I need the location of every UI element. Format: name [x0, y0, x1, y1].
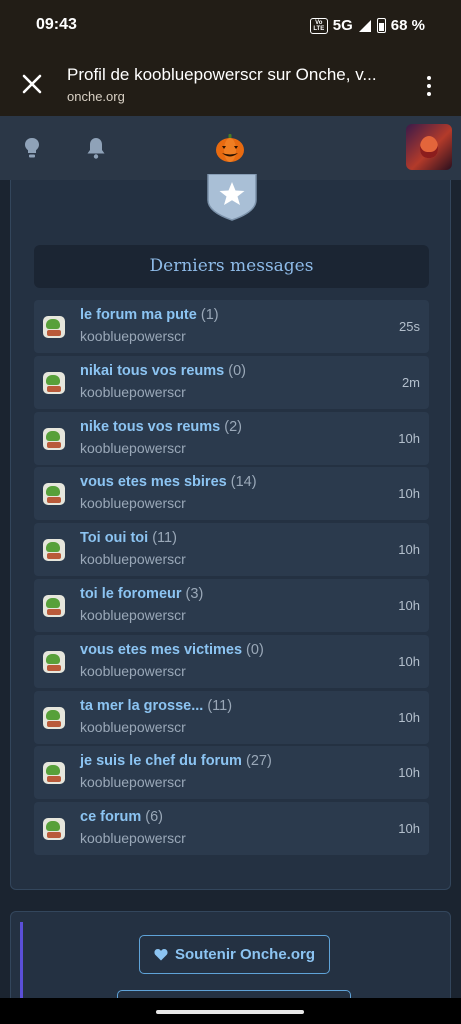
message-count: (6)	[145, 809, 164, 826]
message-time: 10h	[398, 653, 420, 669]
message-author: koobluepowerscr	[80, 662, 186, 679]
heart-icon	[154, 949, 168, 961]
message-title[interactable]: je suis le chef du forum	[80, 753, 242, 769]
message-title[interactable]: ta mer la grosse...	[80, 698, 203, 714]
status-bar: 09:43 Vo LTE 5G 68 %	[0, 0, 461, 52]
message-time: 10h	[398, 765, 420, 781]
message-row[interactable]: Toi oui toi (11) koobluepowerscr 10h	[34, 523, 429, 577]
network-label: 5G	[332, 17, 353, 34]
user-avatar-icon	[43, 594, 65, 617]
message-title-line: ce forum (6)	[80, 809, 163, 825]
user-avatar-icon	[43, 706, 65, 729]
signal-icon	[358, 19, 371, 32]
message-time: 10h	[398, 542, 420, 558]
profile-card: Derniers messages le forum ma pute (1) ko…	[10, 174, 451, 890]
message-row[interactable]: nikai tous vos reums (0) koobluepowerscr 2…	[34, 355, 429, 409]
message-row[interactable]: vous etes mes sbires (14) koobluepowerscr…	[34, 467, 429, 521]
message-title[interactable]: vous etes mes sbires	[80, 474, 227, 490]
lightbulb-icon[interactable]	[20, 136, 44, 160]
user-avatar-icon	[43, 371, 65, 394]
message-title[interactable]: Toi oui toi	[80, 530, 148, 546]
support-button[interactable]: Soutenir Onche.org	[139, 935, 330, 974]
message-count: (2)	[224, 418, 242, 435]
user-avatar-icon	[43, 427, 65, 450]
message-row[interactable]: nike tous vos reums (2) koobluepowerscr 10…	[34, 411, 429, 465]
message-time: 10h	[398, 821, 420, 837]
user-avatar-icon	[43, 818, 65, 841]
message-count: (27)	[245, 753, 272, 770]
message-title[interactable]: ce forum	[80, 809, 141, 825]
message-author: koobluepowerscr	[80, 328, 186, 344]
message-author: koobluepowerscr	[80, 830, 186, 847]
message-author: koobluepowerscr	[80, 551, 186, 568]
message-count: (11)	[207, 697, 233, 714]
message-title[interactable]: le forum ma pute	[80, 307, 197, 323]
user-avatar-icon	[43, 650, 65, 673]
message-time: 10h	[398, 597, 420, 613]
pumpkin-logo[interactable]	[214, 132, 246, 164]
message-time: 10h	[398, 430, 420, 446]
message-row[interactable]: le forum ma pute (1) koobluepowerscr 25s	[34, 300, 429, 353]
message-title-line: vous etes mes sbires (14)	[80, 474, 257, 490]
message-title-line: nikai tous vos reums (0)	[80, 363, 246, 379]
avatar[interactable]	[406, 124, 452, 170]
message-title[interactable]: nikai tous vos reums	[80, 363, 224, 379]
star-badge-icon	[207, 174, 257, 221]
message-row[interactable]: toi le foromeur (3) koobluepowerscr 10h	[34, 578, 429, 632]
message-count: (0)	[246, 641, 264, 658]
message-author: koobluepowerscr	[80, 718, 186, 735]
message-author: koobluepowerscr	[80, 439, 186, 456]
status-indicators: Vo LTE 5G 68 %	[309, 17, 425, 34]
message-title-line: vous etes mes victimes (0)	[80, 642, 264, 658]
message-time: 25s	[399, 319, 420, 334]
message-title-line: je suis le chef du forum (27)	[80, 753, 272, 769]
section-heading: Derniers messages	[34, 245, 429, 288]
status-time: 09:43	[36, 16, 77, 33]
message-list: le forum ma pute (1) koobluepowerscr 25s ni…	[34, 300, 429, 858]
page-title: Profil de koobluepowerscr sur Onche, v..…	[67, 65, 377, 84]
message-title-line: Toi oui toi (11)	[80, 530, 177, 546]
page-url: onche.org	[67, 89, 125, 104]
message-author: koobluepowerscr	[80, 774, 186, 791]
message-row[interactable]: ce forum (6) koobluepowerscr 10h	[34, 802, 429, 856]
user-avatar-icon	[43, 539, 65, 562]
message-title-line: ta mer la grosse... (11)	[80, 698, 232, 714]
message-row[interactable]: je suis le chef du forum (27) koobluepowe…	[34, 746, 429, 800]
message-row[interactable]: ta mer la grosse... (11) koobluepowerscr 1…	[34, 690, 429, 744]
message-time: 10h	[398, 486, 420, 502]
message-row[interactable]: vous etes mes victimes (0) koobluepowersc…	[34, 634, 429, 688]
user-avatar-icon	[43, 762, 65, 785]
message-author: koobluepowerscr	[80, 495, 186, 512]
message-title-line: toi le foromeur (3)	[80, 586, 203, 602]
user-avatar-icon	[43, 316, 65, 338]
message-title-line: le forum ma pute (1)	[80, 307, 219, 323]
message-count: (3)	[185, 585, 204, 602]
message-count: (0)	[228, 362, 247, 379]
bell-icon[interactable]	[84, 136, 108, 160]
support-label: Soutenir Onche.org	[174, 946, 315, 963]
message-title[interactable]: toi le foromeur	[80, 586, 182, 602]
message-title[interactable]: nike tous vos reums	[80, 419, 220, 435]
navigation-bar	[0, 998, 461, 1024]
home-indicator[interactable]	[156, 1010, 304, 1014]
user-avatar-icon	[43, 483, 65, 506]
message-count: (1)	[200, 307, 219, 323]
site-header	[0, 116, 461, 180]
message-time: 2m	[401, 374, 420, 390]
battery-icon	[376, 18, 386, 33]
message-count: (14)	[230, 474, 257, 491]
message-title[interactable]: vous etes mes victimes	[80, 642, 242, 658]
close-icon[interactable]	[18, 70, 46, 98]
browser-toolbar: Profil de koobluepowerscr sur Onche, v..…	[0, 52, 461, 116]
message-author: koobluepowerscr	[80, 606, 186, 623]
volte-icon: Vo LTE	[309, 17, 328, 34]
battery-label: 68 %	[390, 17, 425, 34]
message-count: (11)	[152, 530, 177, 547]
message-time: 10h	[398, 709, 420, 725]
message-title-line: nike tous vos reums (2)	[80, 419, 242, 435]
more-vert-icon[interactable]	[417, 72, 441, 100]
message-author: koobluepowerscr	[80, 383, 186, 400]
